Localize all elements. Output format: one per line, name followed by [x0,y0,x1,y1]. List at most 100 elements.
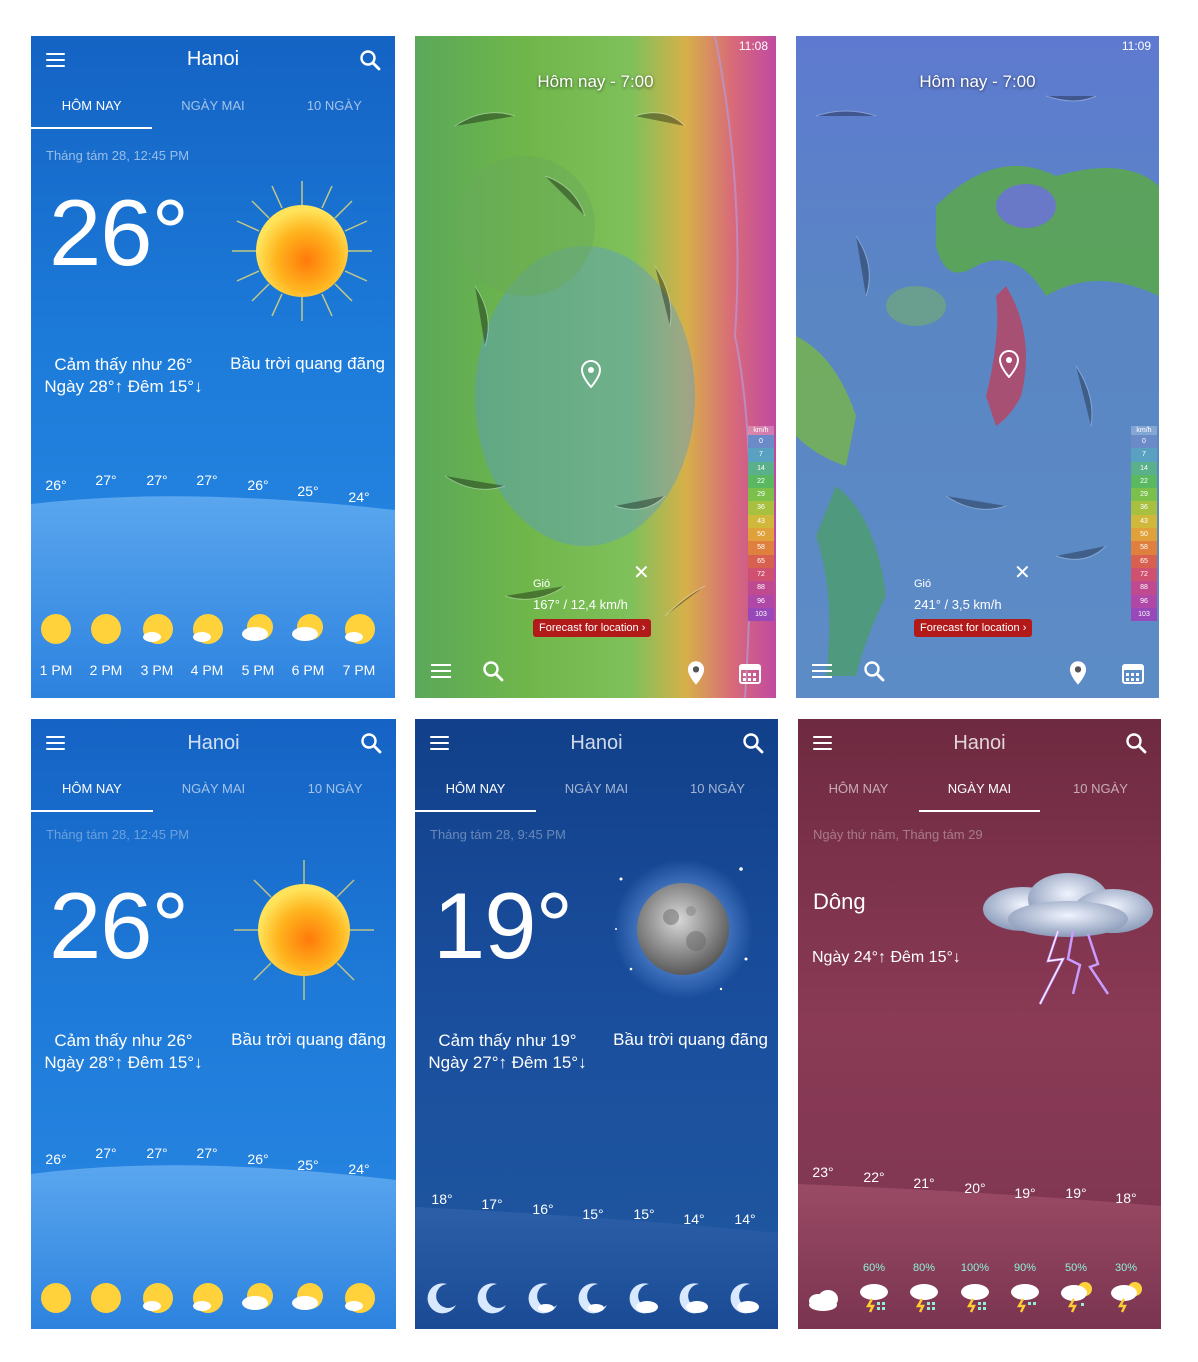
location-pin-icon[interactable] [1069,660,1087,686]
forecast-for-location-button[interactable]: Forecast for location › [914,619,1033,637]
city-title: Hanoi [187,732,240,754]
location-pin-icon[interactable] [999,350,1019,378]
hour-temp: 27° [146,472,168,488]
hour-temp: 24° [348,489,370,505]
search-icon[interactable] [482,660,504,682]
tab-tomorrow[interactable]: NGÀY MAI [152,98,273,113]
weather-screen-tomorrow-storm: Hanoi HÔM NAY NGÀY MAI 10 NGÀY Ngày thứ … [798,719,1161,1329]
hour-temp: 27° [146,1145,168,1161]
sun-cloud-icon [143,1283,173,1313]
sun-cloud-icon [345,1283,375,1313]
wind-label: Gió [533,578,551,590]
legend-value: 65 [748,554,774,568]
thunderstorm-sun-icon [1061,1282,1092,1313]
status-bar: 11:09 [796,36,1159,58]
status-clock: 11:09 [1121,39,1151,53]
cloud-icon [809,1290,838,1311]
hour-temp: 23° [812,1164,834,1180]
calendar-icon[interactable] [739,662,761,684]
moon-icon [613,859,753,999]
menu-icon[interactable] [812,664,832,678]
moon-cloud-icon [730,1283,759,1314]
weather-screen-today-day: Hanoi HÔM NAY NGÀY MAI 10 NGÀY Tháng tám… [31,36,395,698]
legend-value: 50 [748,528,774,542]
precip-chance: 60% [862,1262,886,1274]
legend-value: 103 [1131,607,1157,622]
tab-10-days[interactable]: 10 NGÀY [657,781,778,796]
thunderstorm-rain-icon [860,1284,888,1313]
hour-temp: 21° [913,1175,935,1191]
search-icon[interactable] [359,49,381,71]
hour-label: 4 PM [190,662,224,678]
close-icon[interactable]: ✕ [633,560,650,585]
moon-cloud-icon [629,1283,658,1314]
legend-value: 14 [1131,461,1157,475]
tab-tomorrow[interactable]: NGÀY MAI [919,781,1040,796]
moon-cloud-icon [578,1283,607,1314]
close-icon[interactable]: ✕ [1014,560,1031,585]
hour-temp: 19° [1065,1185,1087,1201]
high-low: Ngày 24°↑ Đêm 15°↓ [812,949,961,966]
legend-value: 43 [748,514,774,529]
tab-10-days[interactable]: 10 NGÀY [274,98,395,113]
tab-10-days[interactable]: 10 NGÀY [274,781,396,796]
tab-today[interactable]: HÔM NAY [31,98,152,113]
menu-icon[interactable] [431,664,451,678]
calendar-icon[interactable] [1122,662,1144,684]
hour-temp: 26° [45,1151,67,1167]
thunderstorm-sun-icon [1111,1282,1142,1313]
legend-value: 36 [748,501,774,515]
day-tabs: HÔM NAY NGÀY MAI 10 NGÀY [31,94,395,130]
day-tabs: HÔM NAY NGÀY MAI 10 NGÀY [31,777,396,813]
location-pin-icon[interactable] [687,660,705,686]
map-bottom-bar [796,648,1159,698]
tab-today[interactable]: HÔM NAY [798,781,919,796]
precip-chance: 80% [912,1262,936,1274]
precip-chance: 90% [1013,1262,1037,1274]
hour-temp: 27° [196,472,218,488]
hour-temp: 25° [297,1157,319,1173]
tab-today[interactable]: HÔM NAY [415,781,536,796]
thunderstorm-rain-icon [1011,1284,1039,1313]
map-time-title: Hôm nay - 7:00 [919,72,1036,91]
search-icon[interactable] [1125,732,1147,754]
app-bar: Hanoi [31,719,396,767]
search-icon[interactable] [360,732,382,754]
sun-cloud-icon [345,614,375,644]
thunderstorm-rain-icon [910,1284,938,1313]
feels-like: Cảm thấy như 26° [54,1031,193,1050]
hour-temp: 26° [45,477,67,493]
feels-like: Cảm thấy như 19° [438,1031,577,1050]
hour-label: 2 PM [89,662,123,678]
legend-value: 36 [1131,501,1157,515]
hour-temp: 27° [95,1145,117,1161]
tab-indicator [415,810,536,812]
condition-title: Dông [813,889,866,914]
location-pin-icon[interactable] [581,360,601,388]
tab-tomorrow[interactable]: NGÀY MAI [153,781,275,796]
tab-today[interactable]: HÔM NAY [31,781,153,796]
hour-temp: 18° [431,1191,453,1207]
high-low: Ngày 27°↑ Đêm 15°↓ [428,1053,587,1072]
feels-like: Cảm thấy như 26° [54,355,193,374]
map-bottom-bar [415,648,776,698]
legend-value: 72 [748,567,774,582]
legend-value: 7 [1131,448,1157,462]
hour-temp: 20° [964,1180,986,1196]
legend-value: 72 [1131,567,1157,582]
tab-tomorrow[interactable]: NGÀY MAI [536,781,657,796]
current-temperature: 19° [433,873,573,978]
thunderstorm-rain-icon [961,1284,989,1313]
legend-value: 96 [1131,594,1157,608]
search-icon[interactable] [742,732,764,754]
search-icon[interactable] [863,660,885,682]
hour-temp: 27° [196,1145,218,1161]
hour-temp: 15° [582,1206,604,1222]
moon-icon [477,1283,506,1314]
app-bar: Hanoi [31,36,395,84]
sun-cloud-icon [193,1283,223,1313]
forecast-for-location-button[interactable]: Forecast for location › [533,619,652,637]
feels-like-block: Cảm thấy như 26° Ngày 28°↑ Đêm 15°↓ [31,354,216,398]
tab-10-days[interactable]: 10 NGÀY [1040,781,1161,796]
wind-value: 241° / 3,5 km/h [914,597,1002,612]
